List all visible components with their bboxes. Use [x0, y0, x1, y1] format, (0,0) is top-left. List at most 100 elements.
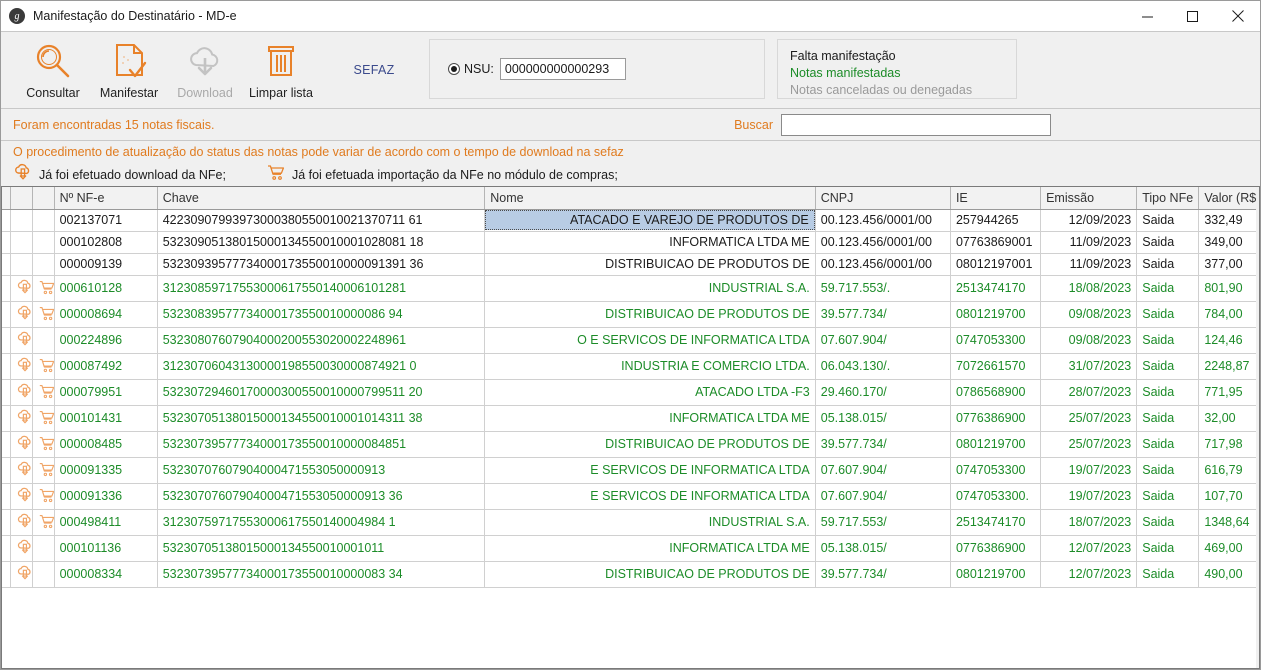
col-header-pad	[2, 187, 11, 210]
cell-nome[interactable]: ATACADO E VAREJO DE PRODUTOS DE	[484, 209, 816, 232]
cell-import-flag[interactable]	[32, 301, 55, 328]
cell-emissao: 25/07/2023	[1040, 431, 1138, 458]
cell-numero: 000224896	[54, 327, 158, 354]
cell-nome[interactable]: O E SERVICOS DE INFORMATICA LTDA	[484, 327, 816, 354]
cell-download-flag[interactable]	[10, 301, 33, 328]
cell-download-flag[interactable]	[10, 327, 33, 354]
table-row[interactable]: 000087492 3123070604313000019855003000087…	[2, 353, 1259, 380]
cell-download-flag[interactable]	[10, 535, 33, 562]
cell-import-flag[interactable]	[32, 457, 55, 484]
cell-nome[interactable]: E SERVICOS DE INFORMATICA LTDA	[484, 483, 816, 510]
cell-import-flag[interactable]	[32, 275, 55, 302]
cell-nome[interactable]: INDUSTRIAL S.A.	[484, 509, 816, 536]
cell-ie: 0747053300	[950, 327, 1042, 354]
table-row[interactable]: 000009139 5323093957773400017355001000009…	[2, 253, 1259, 276]
cell-nome[interactable]: INDUSTRIA E COMERCIO LTDA.	[484, 353, 816, 380]
cell-import-flag[interactable]	[32, 535, 55, 562]
cell-import-flag[interactable]	[32, 561, 55, 588]
cell-nome[interactable]: INFORMATICA LTDA ME	[484, 231, 816, 254]
cell-download-flag[interactable]	[10, 209, 33, 232]
table-row[interactable]: 000079951 5323072946017000030055001000079…	[2, 379, 1259, 406]
shopping-cart-icon	[38, 488, 54, 507]
cell-pad	[2, 275, 11, 302]
limpar-lista-button[interactable]: Limpar lista	[243, 35, 319, 105]
vertical-scrollbar[interactable]	[1256, 187, 1259, 668]
cell-import-flag[interactable]	[32, 405, 55, 432]
cell-download-flag[interactable]	[10, 253, 33, 276]
cell-download-flag[interactable]	[10, 561, 33, 588]
cell-ie: 257944265	[950, 209, 1042, 232]
cell-nome[interactable]: DISTRIBUICAO DE PRODUTOS DE	[484, 301, 816, 328]
table-body: 002137071 4223090799397300038055001002137…	[2, 209, 1259, 588]
cell-download-flag[interactable]	[10, 457, 33, 484]
table-row[interactable]: 000091336 5323070760790400047155305000091…	[2, 483, 1259, 510]
cell-nome[interactable]: E SERVICOS DE INFORMATICA LTDA	[484, 457, 816, 484]
cell-import-flag[interactable]	[32, 509, 55, 536]
minimize-button[interactable]	[1125, 1, 1170, 31]
cell-download-flag[interactable]	[10, 509, 33, 536]
table-row[interactable]: 000610128 3123085971755300061755014000610…	[2, 275, 1259, 302]
cell-pad	[2, 301, 11, 328]
maximize-button[interactable]	[1170, 1, 1215, 31]
search-input[interactable]	[781, 113, 1051, 136]
col-header-valor[interactable]: Valor (R$)	[1198, 187, 1259, 210]
cell-chave: 53230839577734000173550010000086 94	[157, 301, 486, 328]
main-toolbar: Consultar Manifestar Download Limpar lis…	[1, 31, 1260, 109]
cell-download-flag[interactable]	[10, 353, 33, 380]
cell-import-flag[interactable]	[32, 209, 55, 232]
cloud-download-icon	[16, 461, 32, 481]
cloud-download-icon	[16, 357, 32, 377]
table-row[interactable]: 000498411 3123075971755300061755014000498…	[2, 509, 1259, 536]
cell-import-flag[interactable]	[32, 431, 55, 458]
cell-import-flag[interactable]	[32, 253, 55, 276]
cell-nome[interactable]: INDUSTRIAL S.A.	[484, 275, 816, 302]
table-row[interactable]: 002137071 4223090799397300038055001002137…	[2, 209, 1259, 232]
cell-download-flag[interactable]	[10, 483, 33, 510]
table-row[interactable]: 000101136 5323070513801500013455001000101…	[2, 535, 1259, 562]
table-row[interactable]: 000101431 5323070513801500013455001000101…	[2, 405, 1259, 432]
col-header-emissao[interactable]: Emissão	[1040, 187, 1138, 210]
consultar-button[interactable]: Consultar	[15, 35, 91, 105]
close-button[interactable]	[1215, 1, 1260, 31]
cell-import-flag[interactable]	[32, 483, 55, 510]
cell-emissao: 12/07/2023	[1040, 561, 1138, 588]
cell-download-flag[interactable]	[10, 431, 33, 458]
sefaz-button[interactable]: SEFAZ	[319, 35, 429, 105]
nsu-input[interactable]	[499, 58, 626, 80]
col-header-chave[interactable]: Chave	[157, 187, 486, 210]
table-row[interactable]: 000102808 5323090513801500013455001000102…	[2, 231, 1259, 254]
cell-download-flag[interactable]	[10, 379, 33, 406]
table-row[interactable]: 000224896 5323080760790400020055302000224…	[2, 327, 1259, 354]
cell-download-flag[interactable]	[10, 231, 33, 254]
cell-nome[interactable]: ATACADO LTDA -F3	[484, 379, 816, 406]
cell-tipo: Saida	[1136, 483, 1200, 510]
table-row[interactable]: 000008334 5323073957773400017355001000008…	[2, 561, 1259, 588]
col-header-nome[interactable]: Nome	[484, 187, 816, 210]
notes-grid[interactable]: Nº NF-e Chave Nome CNPJ IE Emissão Tipo …	[1, 186, 1260, 669]
col-header-tipo[interactable]: Tipo NFe	[1136, 187, 1200, 210]
trash-icon	[260, 40, 302, 84]
cell-numero: 000087492	[54, 353, 158, 380]
cell-nome[interactable]: INFORMATICA LTDA ME	[484, 535, 816, 562]
cell-import-flag[interactable]	[32, 353, 55, 380]
col-header-ie[interactable]: IE	[950, 187, 1042, 210]
table-row[interactable]: 000008485 5323073957773400017355001000008…	[2, 431, 1259, 458]
cell-nome[interactable]: INFORMATICA LTDA ME	[484, 405, 816, 432]
cell-download-flag[interactable]	[10, 405, 33, 432]
table-row[interactable]: 000008694 5323083957773400017355001000008…	[2, 301, 1259, 328]
manifestar-button[interactable]: Manifestar	[91, 35, 167, 105]
cell-import-flag[interactable]	[32, 379, 55, 406]
nsu-radio[interactable]	[448, 63, 460, 75]
cell-nome[interactable]: DISTRIBUICAO DE PRODUTOS DE	[484, 431, 816, 458]
cell-nome[interactable]: DISTRIBUICAO DE PRODUTOS DE	[484, 561, 816, 588]
cell-import-flag[interactable]	[32, 327, 55, 354]
cell-nome[interactable]: DISTRIBUICAO DE PRODUTOS DE	[484, 253, 816, 276]
cell-download-flag[interactable]	[10, 275, 33, 302]
col-header-cnpj[interactable]: CNPJ	[815, 187, 951, 210]
col-header-numero[interactable]: Nº NF-e	[54, 187, 158, 210]
col-header-download[interactable]	[10, 187, 33, 210]
cell-import-flag[interactable]	[32, 231, 55, 254]
cloud-download-icon	[16, 383, 32, 403]
table-row[interactable]: 000091335 5323070760790400047155305000091…	[2, 457, 1259, 484]
col-header-import[interactable]	[32, 187, 55, 210]
